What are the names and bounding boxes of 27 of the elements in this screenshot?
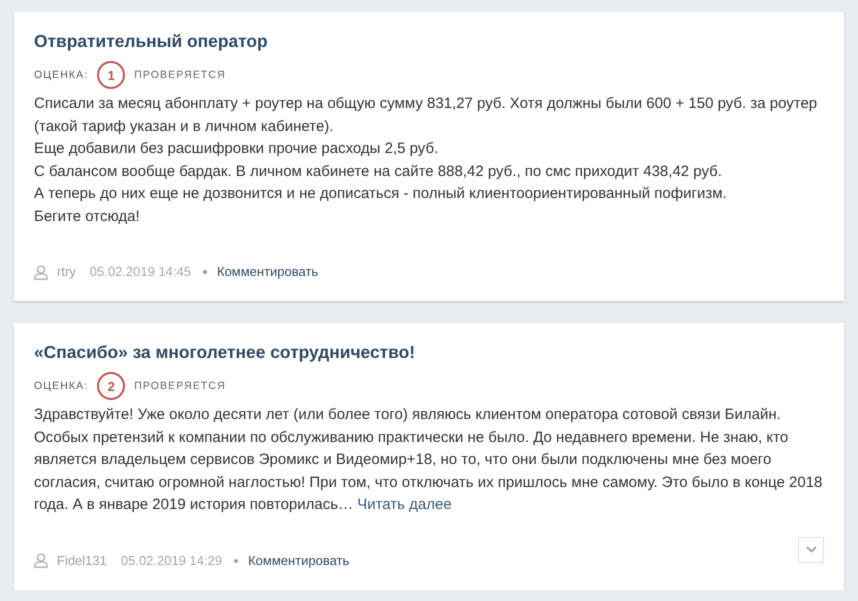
review-text: Здравствуйте! Уже около десяти лет (или более того) являюсь клиентом оператора сотовой связи Билайн. Особых претензий к компании по обслуживанию практически не было. До недавнего времени. Не знаю, кто является владельцем сервисов Эромикс и Видеомир+18, но то, что они были подключены мне без моего согласия, считаю огромной наглостью! При том, что отключать их пришлось мне самому. Это было в конце 2018 года. А в январе 2019 история повторилась… Читать далее [34, 405, 824, 515]
chevron-down-icon [806, 546, 816, 553]
read-more-link[interactable]: Читать далее [357, 496, 452, 513]
review-text: Еще добавили без расшифровки прочие расходы 2,5 руб. [34, 139, 440, 159]
review-text: А теперь до них еще не дозвонится и не дописаться - полный клиентоориентированный пофигизм. [34, 184, 728, 204]
expand-button[interactable] [798, 536, 824, 562]
comment-link[interactable]: Комментировать [217, 262, 318, 282]
user-icon [34, 264, 48, 280]
rating-label: ОЦЕНКА: [34, 69, 88, 81]
review-status: ПРОВЕРЯЕТСЯ [134, 380, 226, 392]
user-icon [34, 553, 48, 568]
review-date: 05.02.2019 14:29 [120, 552, 222, 570]
review-text: Бегите отсюда! [34, 206, 141, 226]
rating-score: 2 [97, 372, 126, 400]
review-text: Списали за месяц абонплату + роутер на общую сумму 831,27 руб. Хотя должны были 600 + 150 руб. за роутер (такой тариф указан и в личном кабинете). [34, 94, 818, 136]
review-date: 05.02.2019 14:45 [90, 263, 191, 281]
bullet-dot-icon [234, 558, 238, 562]
review-text: С балансом вообще бардак. В личном кабинете на сайте 888,42 руб., по смс приходит 438,42 руб. [34, 162, 723, 182]
rating-score: 1 [97, 61, 126, 89]
review-title: «Спасибо» за многолетнее сотрудничество! [34, 341, 416, 364]
author-name: Fidel131 [57, 552, 107, 570]
review-status: ПРОВЕРЯЕТСЯ [134, 69, 226, 81]
author-name: rtry [57, 263, 76, 281]
rating-label: ОЦЕНКА: [34, 380, 88, 392]
review-title: Отвратительный оператор [34, 30, 268, 53]
comment-link[interactable]: Комментировать [248, 550, 350, 570]
bullet-dot-icon [203, 270, 207, 274]
